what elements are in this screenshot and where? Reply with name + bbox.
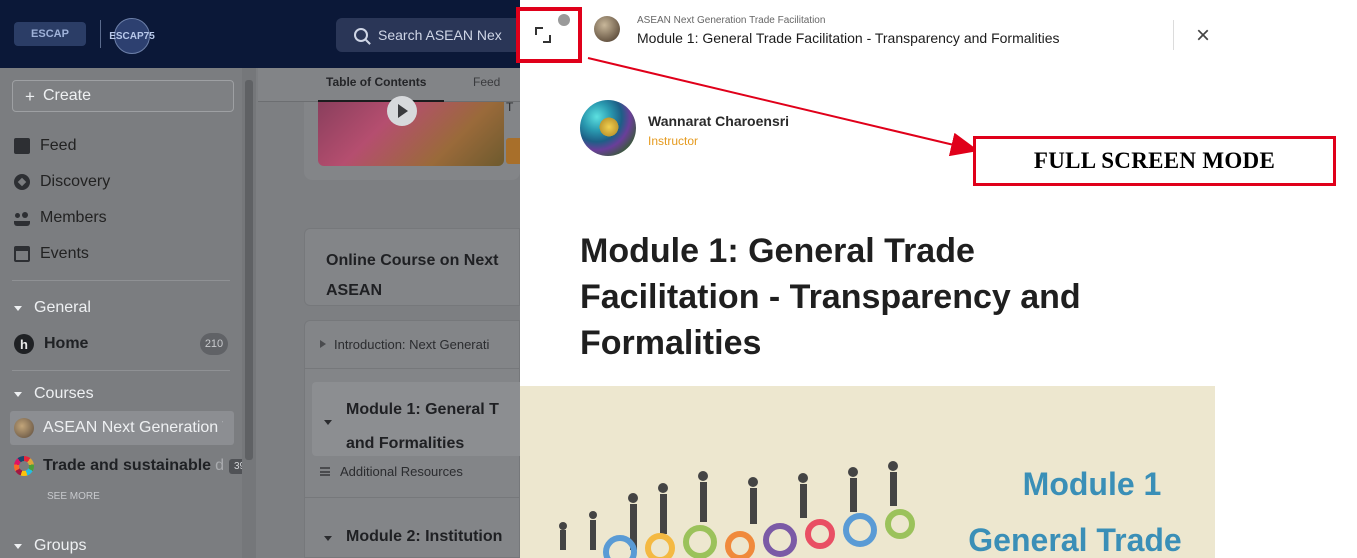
- toc-module-1-title: Module 1: General T and Formalities: [346, 393, 520, 461]
- chevron-right-icon: [320, 340, 326, 348]
- banner-module-label: Module 1: [1022, 466, 1162, 502]
- calendar-icon: [14, 246, 30, 262]
- panel-lesson-title: Module 1: General Trade Facilitation - T…: [637, 30, 1060, 46]
- sidebar-item-home[interactable]: h Home: [14, 334, 88, 354]
- members-icon: [14, 210, 30, 226]
- caret-down-icon: [324, 420, 332, 425]
- sidebar-section-general[interactable]: General: [14, 298, 91, 318]
- course-label-overflow: d: [215, 457, 224, 474]
- sidebar-divider: [12, 370, 230, 371]
- close-button[interactable]: ×: [1191, 24, 1215, 48]
- caret-down-icon: [14, 543, 22, 549]
- sidebar-item-feed[interactable]: Feed: [14, 136, 76, 156]
- toc-module-title-line: Module 1: General T: [346, 401, 499, 418]
- plus-icon: +: [25, 86, 35, 106]
- list-icon: [320, 467, 330, 476]
- search-bar[interactable]: Search ASEAN Nex: [336, 18, 516, 52]
- sidebar-item-events[interactable]: Events: [14, 244, 89, 264]
- sidebar-section-groups[interactable]: Groups: [14, 536, 86, 556]
- home-count-badge: 210: [200, 333, 228, 355]
- sidebar-item-label: Members: [40, 209, 107, 226]
- sidebar-course-trade[interactable]: Trade and sustainable d 39: [14, 456, 251, 476]
- sidebar-course-asean[interactable]: ASEAN Next Generation Trade: [10, 411, 234, 445]
- course-label: Trade and sustainable: [43, 457, 212, 474]
- logo-divider: [100, 20, 101, 48]
- play-icon[interactable]: [387, 96, 417, 126]
- feed-icon: [14, 138, 30, 154]
- course-avatar: [14, 418, 34, 438]
- see-more-link[interactable]: SEE MORE: [47, 491, 100, 502]
- toc-item-additional-resources[interactable]: Additional Resources: [320, 464, 463, 479]
- course-title: Online Course on Next ASEAN: [326, 246, 520, 306]
- lesson-title: Module 1: General Trade Facilitation - T…: [580, 232, 1081, 362]
- course-label: ASEAN Next Generation Trade: [43, 419, 223, 436]
- header-divider: [1173, 20, 1174, 50]
- gears-people-illustration: [559, 461, 915, 558]
- annotation-label: FULL SCREEN MODE: [1033, 148, 1276, 173]
- annotation-highlight-box: [516, 7, 582, 63]
- sidebar-item-discovery[interactable]: Discovery: [14, 172, 110, 192]
- toc-divider: [304, 368, 520, 369]
- toc-item-label: Introduction: Next Generati: [334, 336, 490, 352]
- course-title-line: ASEAN: [326, 282, 383, 299]
- tab-feed[interactable]: Feed: [473, 75, 500, 89]
- create-button[interactable]: + Create: [12, 80, 234, 112]
- tab-table-of-contents[interactable]: Table of Contents: [326, 75, 426, 89]
- create-label: Create: [42, 87, 91, 104]
- sidebar-section-courses[interactable]: Courses: [14, 384, 94, 404]
- compass-icon: [14, 174, 30, 190]
- toc-module-title-line: and Formalities: [346, 435, 465, 452]
- section-label: General: [34, 299, 91, 316]
- sidebar-item-label: Discovery: [40, 173, 111, 190]
- section-label: Groups: [34, 537, 87, 554]
- instructor-name[interactable]: Wannarat Charoensri: [648, 113, 789, 129]
- course-title-line: Online Course on Next: [326, 252, 499, 269]
- toc-divider: [304, 497, 520, 498]
- toc-item-module-2[interactable]: Module 2: Institution: [346, 528, 520, 546]
- sidebar-item-label: Feed: [40, 137, 77, 154]
- instructor-role: Instructor: [648, 134, 699, 148]
- caret-down-icon: [14, 305, 22, 311]
- sidebar-item-members[interactable]: Members: [14, 208, 107, 228]
- sidebar-scroll-thumb[interactable]: [245, 80, 253, 460]
- caret-down-icon: [14, 391, 22, 397]
- escap75-logo[interactable]: ESCAP75: [109, 18, 155, 54]
- escap-logo[interactable]: ESCAP: [14, 22, 86, 46]
- home-icon: h: [14, 334, 34, 354]
- banner-module-subtitle: General Trade: [968, 522, 1182, 558]
- annotation-label-box: FULL SCREEN MODE: [973, 136, 1336, 186]
- sidebar-item-label: Events: [40, 245, 89, 262]
- cover-action-button[interactable]: [506, 138, 520, 164]
- card-text-fragment: T: [506, 100, 514, 114]
- caret-down-icon: [324, 536, 332, 541]
- sidebar-divider: [12, 280, 230, 281]
- sdg-wheel-icon: [14, 456, 34, 476]
- sidebar-item-label: Home: [44, 335, 89, 352]
- section-label: Courses: [34, 385, 94, 402]
- instructor-avatar[interactable]: [580, 100, 636, 156]
- toc-item-introduction[interactable]: Introduction: Next Generati: [320, 334, 520, 354]
- toc-item-label: Additional Resources: [340, 464, 463, 479]
- course-avatar: [594, 16, 620, 42]
- search-icon: [354, 28, 368, 42]
- search-placeholder: Search ASEAN Nex: [378, 27, 502, 43]
- panel-course-name: ASEAN Next Generation Trade Facilitation: [637, 15, 826, 26]
